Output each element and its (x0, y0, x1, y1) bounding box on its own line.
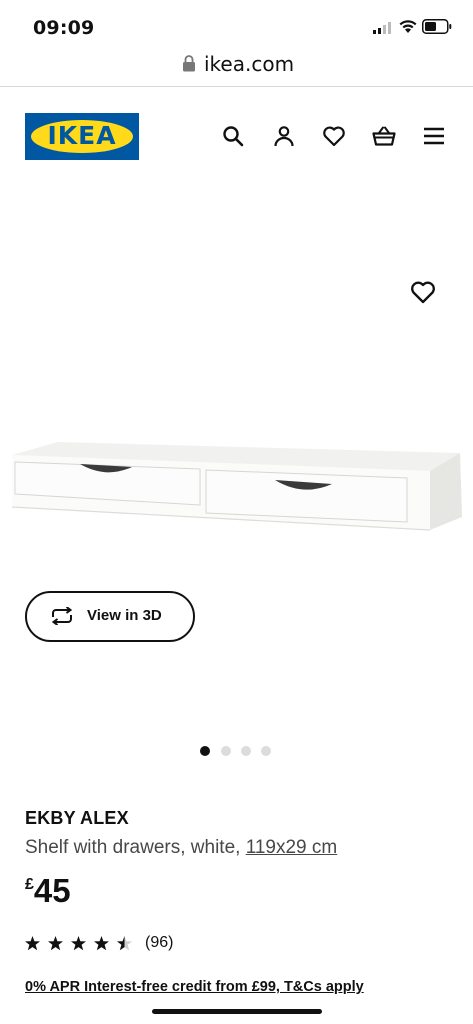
product-price: £45 (25, 872, 71, 910)
product-name: EKBY ALEX (25, 808, 129, 828)
url-text[interactable]: ikea.com (204, 52, 294, 76)
rating-stars[interactable] (25, 935, 135, 953)
price-currency: £ (25, 876, 34, 893)
add-to-favourites-icon[interactable] (410, 280, 436, 304)
wifi-icon (399, 20, 417, 33)
view-in-3d-label: View in 3D (87, 607, 162, 624)
logo-text: IKEA (47, 121, 117, 150)
signal-icon (373, 22, 391, 34)
search-icon[interactable] (221, 124, 245, 148)
menu-icon[interactable] (422, 124, 446, 148)
credit-offer-link[interactable]: 0% APR Interest-free credit from £99, T&… (25, 979, 364, 995)
battery-icon (422, 19, 452, 34)
status-bar: 09:09 (0, 0, 473, 44)
product-description: Shelf with drawers, white, 119x29 cm (25, 837, 337, 859)
carousel-dot[interactable] (241, 746, 251, 756)
lock-icon (183, 55, 195, 72)
carousel-dot[interactable] (261, 746, 271, 756)
heart-icon[interactable] (322, 124, 346, 148)
price-amount: 45 (33, 872, 71, 909)
user-icon[interactable] (272, 124, 296, 148)
product-size-link[interactable]: 119x29 cm (246, 837, 338, 858)
carousel-dot[interactable] (221, 746, 231, 756)
carousel-dot[interactable] (200, 746, 210, 756)
status-time: 09:09 (33, 17, 95, 39)
ikea-logo[interactable]: IKEA (25, 113, 139, 160)
product-image (11, 442, 462, 531)
basket-icon[interactable] (372, 124, 396, 148)
review-count[interactable]: (96) (145, 934, 173, 952)
rotate-3d-icon (51, 607, 73, 625)
product-type: Shelf with drawers, white, (25, 837, 246, 858)
view-in-3d-button[interactable]: View in 3D (25, 591, 195, 642)
home-indicator (152, 1009, 322, 1014)
